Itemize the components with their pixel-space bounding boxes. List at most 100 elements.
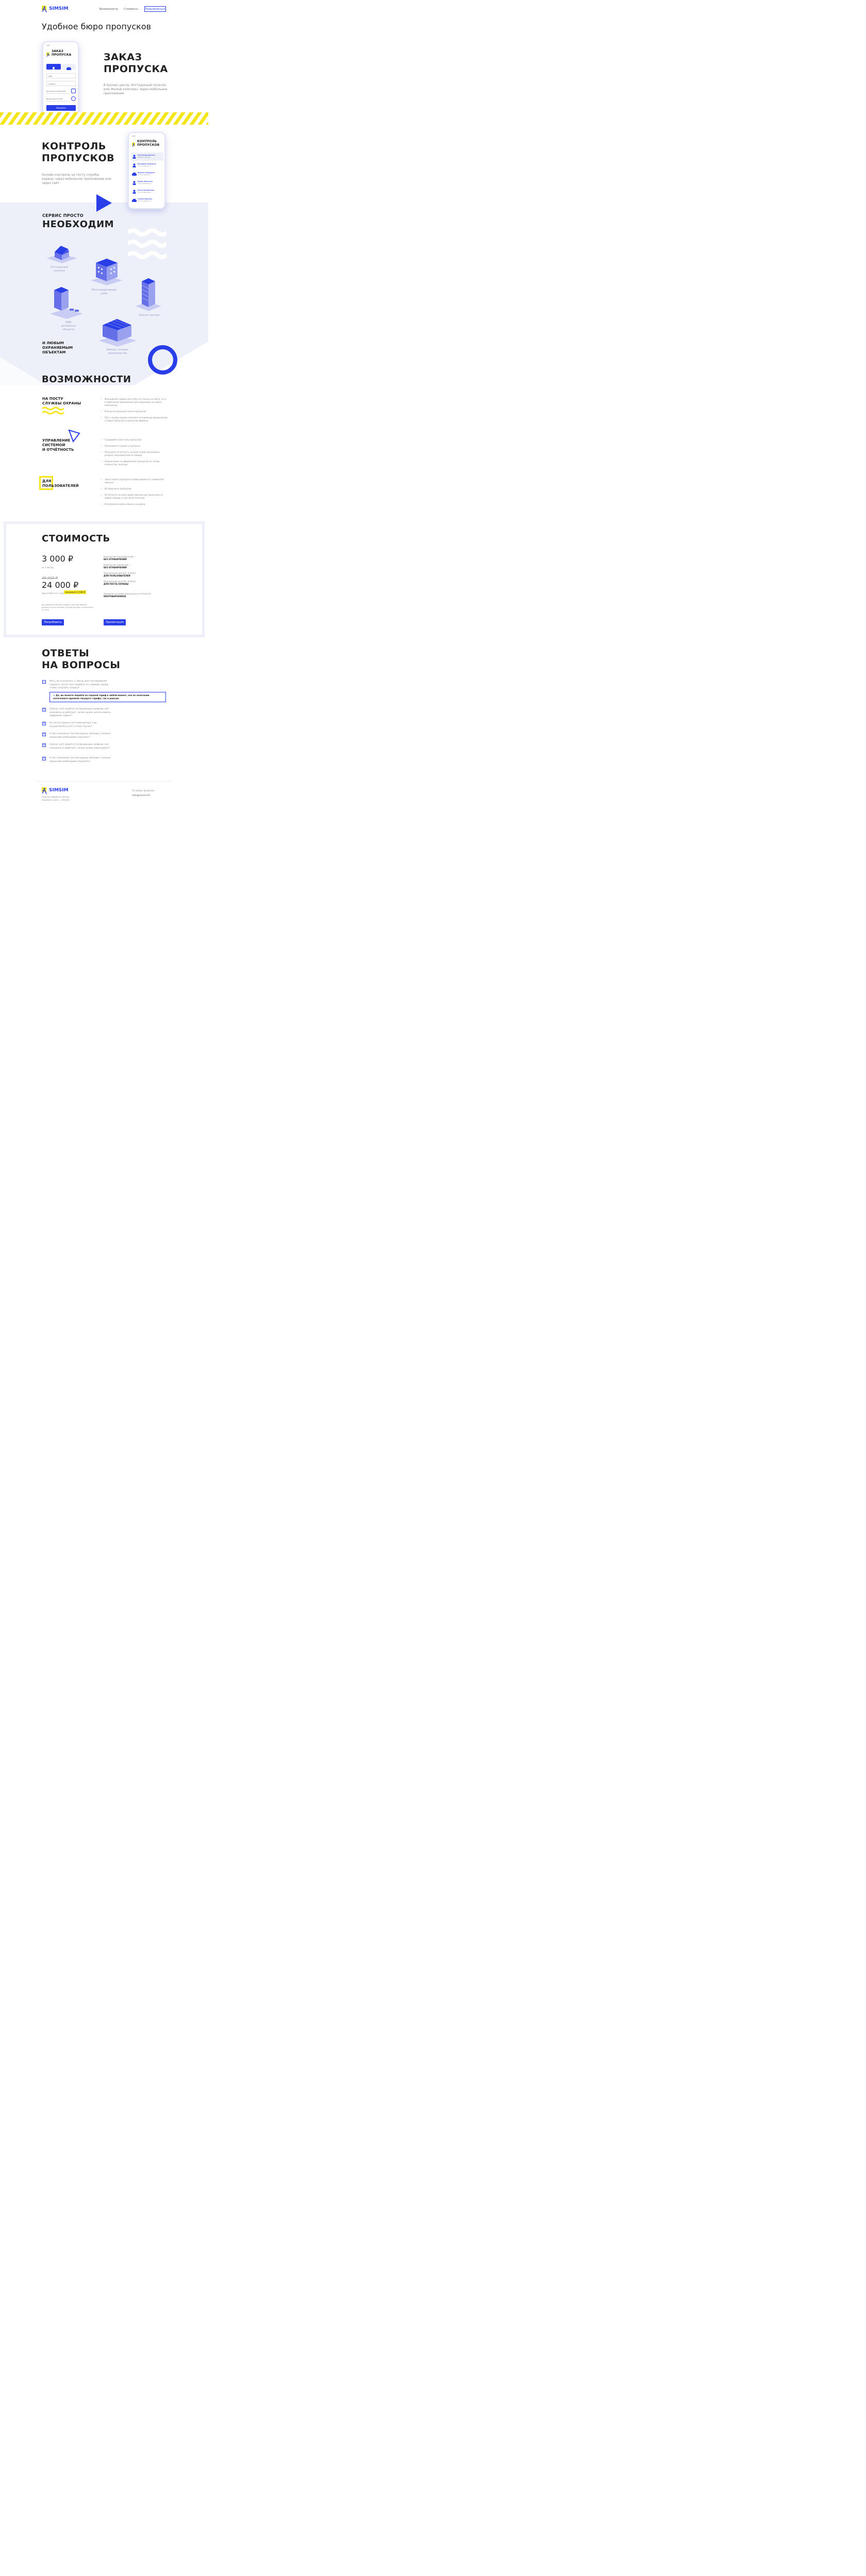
any-objects-1: И ЛЮБЫМ [42,341,64,345]
list-item-sub: Гость в квартиру 2 [138,200,151,202]
page-title: Удобное бюро пропусков [42,22,152,31]
feature-item: Пост службы охраны получает мгновенные у… [101,416,168,422]
feature-item: Назначайте стоимость пропуска [101,445,168,448]
feature-group-title-3: И ОТЧЁТНОСТЬ [42,448,74,452]
caption-secure: НИИ, режимные объекты [61,321,76,331]
car-icon [132,199,137,202]
feature-group-management: УПРАВЛЕНИЕ СИСТЕМОЙ И ОТЧЁТНОСТЬ [42,438,74,452]
price-year: 24 000 ₽ [42,580,79,590]
list-item-name: Галина Иванова [138,198,152,200]
list-item-name: Анатолий Винокур [138,189,155,191]
presentation-button[interactable]: Презентация [104,619,126,625]
faq-question[interactable]: У нас несколько постов охраны (въезда), … [49,757,111,764]
ring-decoration [148,345,177,375]
list-item[interactable]: Александр Фролов Здание 4, въезд 2 [131,152,163,161]
spec-value: НЕОГРАНИЧЕННОЕ [104,595,126,598]
calendar-icon[interactable] [71,89,76,93]
control-phone-mockup: 9:41 КОНТРОЛЬ ПРОПУСКОВ Александр Фролов… [128,132,165,209]
waves-decoration [126,228,169,262]
list-item[interactable]: Марина Свиридова Гость в квартиру 7 [131,170,163,178]
list-item-sub: Здание 4, въезд 2 [138,157,151,158]
cottage-illustration [45,243,78,266]
logo-icon[interactable] [42,5,47,13]
name-field[interactable]: ФИО [46,73,76,78]
feature-group-post: НА ПОСТУ СЛУЖБЫ ОХРАНЫ [42,397,81,417]
nav-pricing[interactable]: Стоимость [124,8,138,11]
feature-item: Встроенная кнопка звонка на охрану [101,503,168,506]
list-item[interactable]: Мария Денисова Гость в квартиру 3 [131,179,163,187]
caption-factory: Заводы, склады, производства [106,348,129,355]
order-submit-button[interactable]: Заказать [46,105,76,111]
faq-title-2: НА ВОПРОСЫ [42,659,121,671]
feature-item: Отчётность по всем своим заказанным проп… [101,494,168,500]
pricing-specs: Количество пользователей — БЕЗ ОГРАНИЧЕНИ… [104,555,160,598]
list-item[interactable]: Галина Иванова Гость в квартиру 2 [131,196,163,205]
feature-item: Получайте отчетность по всем типам пропу… [101,451,168,457]
person-icon [132,163,136,167]
footer-logo-text[interactable]: SIMSIM [49,788,69,793]
secure-facility-illustration [49,286,84,322]
contact-email[interactable]: hello@simsim.life [132,794,150,796]
policy-link[interactable]: Политика обработки данных [42,796,69,798]
phone-field[interactable]: Телефон [46,81,76,86]
phone-app-title-2: ПРОПУСКА [52,53,72,57]
feature-group-title-1: ДЛЯ [42,479,52,483]
feature-item: Создавайте свои типы пропусков [101,438,168,442]
faq-question[interactable]: Сейчас учёт ведётся по бумажным заявкам,… [49,743,111,750]
old-price: 36 000 ₽ [42,576,58,580]
order-title-1: ЗАКАЗ [104,52,142,63]
feature-list-management: Создавайте свои типы пропусков Назначайт… [101,438,168,469]
spec-item: Количество пользователей — БЕЗ ОГРАНИЧЕНИ… [104,555,160,561]
faq-question[interactable]: Могу ли я оплатить 1 месяц для тестирова… [49,680,111,690]
list-item[interactable]: Владимир Муравьев Гость в квартиру 5 [131,161,163,170]
list-item[interactable]: Анатолий Винокур Гость в квартиру 8 [131,188,163,196]
try-button[interactable]: Попробовать [42,619,64,625]
pricing-title: СТОИМОСТЬ [42,533,110,544]
spec-item: Хранение истории пропусков и отчётности Н… [104,592,160,598]
footer-logo-icon[interactable] [42,787,47,794]
footer-divider [36,781,172,782]
list-item-sub: Гость в квартиру 7 [138,174,151,176]
logo-text[interactable]: SIMSIM [49,6,69,11]
connect-button[interactable]: Подключиться [144,6,166,12]
clock-icon[interactable] [71,96,76,101]
price-year-label: при оплате за 1 год [42,592,64,595]
plus-icon[interactable]: + [42,733,46,736]
faq-question[interactable]: Сейчас учёт ведётся по бумажным заявкам,… [49,708,111,718]
plus-icon[interactable]: + [42,708,46,711]
feature-group-title-2: ПОЛЬЗОВАТЕЛЕЙ [42,484,79,488]
feature-group-title-1: УПРАВЛЕНИЕ [42,438,71,443]
feature-list-post: Функционал сервиса доступен не только на… [101,398,168,426]
developer-link[interactable]: Разработка сайта — ARKADIA [42,799,70,801]
feature-list-users: Заказ нового пропуска в любое время из 2… [101,478,168,509]
phone-app-title-1: КОНТРОЛЬ [137,140,157,143]
nav-features[interactable]: Возможности [99,8,118,11]
phone-app-title-1: ЗАКАЗ [52,49,63,53]
order-title-2: ПРОПУСКА [104,63,168,75]
spec-item: Приложение для iOS, Android ДЛЯ ПОСТА ОХР… [104,580,160,585]
any-objects-2: ОХРАНЯЕМЫМ [42,346,73,350]
person-tab[interactable] [46,64,61,71]
time-field[interactable]: Время визита 14:00 [46,96,70,101]
caption-business: Бизнес-центры [139,314,160,317]
control-title-2: ПРОПУСКОВ [42,152,115,164]
date-field[interactable]: Дата визита 18.08.2020 [46,89,70,94]
plus-icon[interactable]: + [42,722,46,725]
faq-answer-box: — Да, вы можете перейти на годовой тариф… [49,692,166,702]
price-month-label: за 1 месяц [42,566,54,569]
list-item-name: Александр Фролов [138,154,155,156]
faq-question[interactable]: На посту охраны нет компьютера, как осущ… [49,722,111,728]
feature-item: Заказ нового пропуска в любое время из 2… [101,478,168,484]
spec-value: БЕЗ ОГРАНИЧЕНИЙ [104,558,127,561]
feature-item: Всегда актуальный список пропусков [101,410,168,413]
plus-icon[interactable]: + [42,757,46,760]
faq-title-1: ОТВЕТЫ [42,648,90,659]
minus-icon[interactable]: − [42,680,46,684]
car-tab[interactable] [62,64,76,70]
list-item-sub: Гость в квартиру 8 [138,192,151,193]
plus-icon[interactable]: + [42,743,46,747]
list-item-sub: Гость в квартиру 5 [138,165,151,167]
person-icon [132,155,136,159]
faq-question[interactable]: У нас несколько постов охраны (въезда), … [49,733,111,739]
caption-cottages: Коттеджные посёлки [51,266,68,273]
